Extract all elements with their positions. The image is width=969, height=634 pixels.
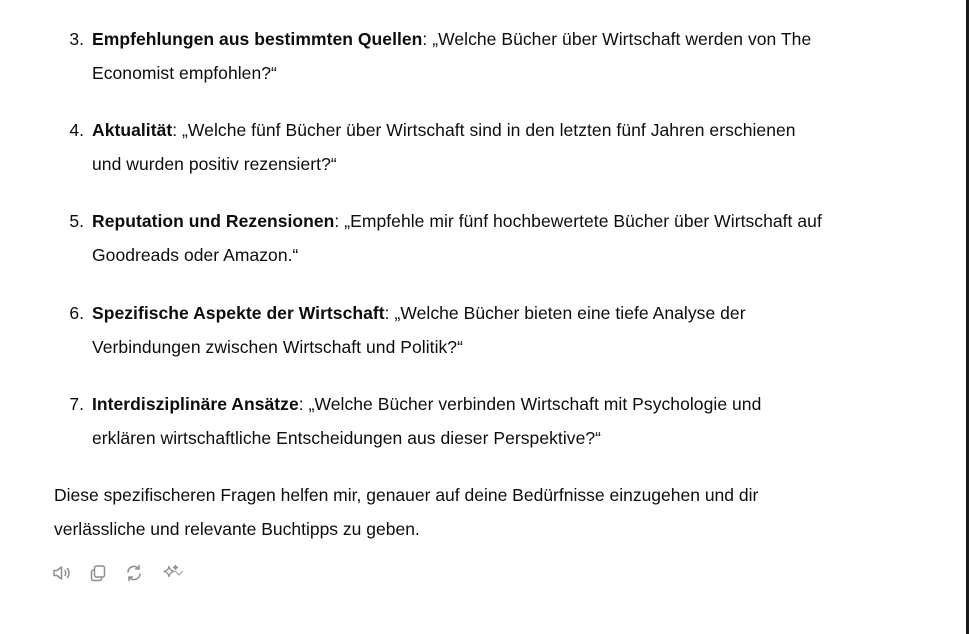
item-text-line2: Goodreads oder Amazon.“ (92, 245, 299, 265)
list-item-text: Spezifische Aspekte der Wirtschaft: „Wel… (92, 296, 922, 364)
list-item-text: Aktualität: „Welche fünf Bücher über Wir… (92, 113, 922, 181)
list-number: 7. (69, 394, 84, 414)
item-text-line2: und wurden positiv rezensiert?“ (92, 154, 337, 174)
regenerate-button[interactable] (122, 561, 146, 585)
item-text-line1: : „Welche fünf Bücher über Wirtschaft si… (172, 120, 796, 140)
closing-line1: Diese spezifischeren Fragen helfen mir, … (54, 485, 759, 505)
copy-button[interactable] (86, 561, 110, 585)
item-text-line2: Verbindungen zwischen Wirtschaft und Pol… (92, 337, 463, 357)
item-text-line2: Economist empfohlen?“ (92, 63, 277, 83)
list-number: 5. (69, 211, 84, 231)
list-number: 6. (69, 303, 84, 323)
item-text-line1: : „Welche Bücher über Wirtschaft werden … (422, 29, 812, 49)
item-title: Empfehlungen aus bestimmten Quellen (92, 29, 423, 49)
item-title: Spezifische Aspekte der Wirtschaft (92, 303, 385, 323)
item-text-line1: : „Welche Bücher bieten eine tiefe Analy… (384, 303, 746, 323)
model-switcher-chevron[interactable] (172, 561, 186, 585)
closing-paragraph: Diese spezifischeren Fragen helfen mir, … (54, 478, 914, 546)
item-text-line2: erklären wirtschaftliche Entscheidungen … (92, 428, 602, 448)
list-item-text: Interdisziplinäre Ansätze: „Welche Büche… (92, 387, 922, 455)
closing-line2: verlässliche und relevante Buchtipps zu … (54, 519, 420, 539)
list-number: 4. (69, 120, 84, 140)
read-aloud-button[interactable] (50, 561, 74, 585)
item-title: Reputation und Rezensionen (92, 211, 335, 231)
copy-icon (90, 565, 106, 582)
list-item-text: Reputation und Rezensionen: „Empfehle mi… (92, 204, 922, 272)
item-text-line1: : „Welche Bücher verbinden Wirtschaft mi… (298, 394, 762, 414)
speaker-icon (53, 566, 70, 580)
message-action-bar (50, 561, 198, 585)
list-item-text: Empfehlungen aus bestimmten Quellen: „We… (92, 22, 922, 90)
regenerate-icon (127, 564, 141, 582)
item-title: Aktualität (92, 120, 173, 140)
item-text-line1: : „Empfehle mir fünf hochbewertete Büche… (334, 211, 822, 231)
item-title: Interdisziplinäre Ansätze (92, 394, 299, 414)
chevron-down-icon (174, 570, 184, 576)
list-number: 3. (69, 29, 84, 49)
